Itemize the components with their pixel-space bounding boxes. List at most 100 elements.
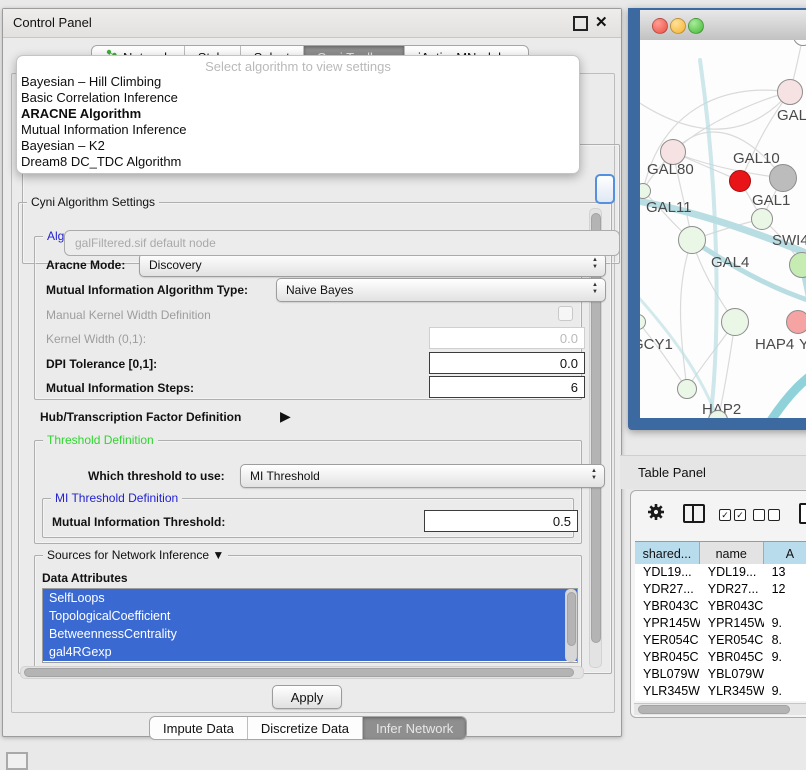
algorithm-option[interactable]: ARACNE Algorithm: [17, 106, 579, 122]
aracne-mode-label: Aracne Mode:: [46, 258, 125, 272]
network-view-window: GALGAL80GAL10GAL11GAL1GAL4SWI4GCY1HAP4YH…: [628, 8, 806, 430]
network-node-y[interactable]: [786, 310, 806, 334]
aracne-mode-combobox[interactable]: Discovery ▲▼: [139, 253, 606, 277]
close-traffic-light-icon[interactable]: [652, 18, 668, 34]
network-node[interactable]: [769, 164, 797, 192]
table-hscroll-thumb[interactable]: [638, 705, 790, 714]
table-cell: YBR045C: [635, 649, 700, 666]
network-table-combobox[interactable]: galFiltered.sif default node: [64, 230, 620, 256]
table-row[interactable]: YDL19...YDL19...13: [635, 564, 806, 581]
close-icon[interactable]: ✕: [595, 13, 608, 31]
algorithm-option[interactable]: Dream8 DC_TDC Algorithm: [17, 154, 579, 170]
kernel-width-field[interactable]: 0.0: [429, 327, 585, 349]
table-cell: YDL19...: [700, 564, 764, 581]
data-attributes-list[interactable]: SelfLoopsTopologicalCoefficientBetweenne…: [42, 588, 578, 663]
float-window-icon[interactable]: [573, 16, 588, 31]
table-header: shared...nameA: [635, 541, 806, 566]
table-row[interactable]: YER054CYER054C8.: [635, 632, 806, 649]
mi-threshold-label: Mutual Information Threshold:: [52, 515, 225, 529]
algorithm-combobox-fragment[interactable]: [595, 174, 615, 204]
collapsed-arrow-icon[interactable]: ▶: [280, 408, 291, 425]
table-row[interactable]: YBR043CYBR043C: [635, 598, 806, 615]
table-horizontal-scrollbar[interactable]: [634, 703, 806, 715]
data-attribute-item[interactable]: BetweennessCentrality: [43, 625, 577, 643]
table-cell: YBL079W: [635, 666, 700, 683]
table-cell: YER054C: [635, 632, 700, 649]
attributes-list-scrollbar[interactable]: [565, 589, 577, 662]
network-node-gal4[interactable]: [678, 226, 706, 254]
settings-vertical-scrollbar[interactable]: [589, 208, 602, 668]
algorithm-option[interactable]: Basic Correlation Inference: [17, 90, 579, 106]
table-cell: 13: [764, 564, 806, 581]
combo-stepper-icon: ▲▼: [592, 282, 598, 296]
algorithm-option[interactable]: Bayesian – Hill Climbing: [17, 74, 579, 90]
mi-algorithm-type-combobox[interactable]: Naive Bayes ▲▼: [276, 278, 606, 302]
algorithm-option[interactable]: Bayesian – K2: [17, 138, 579, 154]
column-header-shared[interactable]: shared...: [635, 542, 700, 565]
algorithm-option[interactable]: Mutual Information Inference: [17, 122, 579, 138]
mi-threshold-field[interactable]: 0.5: [424, 510, 578, 532]
table-cell: [764, 666, 806, 683]
manual-kernel-checkbox[interactable]: [558, 306, 573, 321]
bottom-tab-infer-network[interactable]: Infer Network: [363, 717, 466, 739]
table-panel-strip: Table Panel: [620, 455, 806, 489]
which-threshold-combobox[interactable]: MI Threshold ▲▼: [240, 464, 605, 488]
data-attribute-item[interactable]: SelfLoops: [43, 589, 577, 607]
apply-button[interactable]: Apply: [272, 685, 342, 709]
network-node-gal1[interactable]: [751, 208, 773, 230]
network-node-hap4[interactable]: [721, 308, 749, 336]
gear-icon[interactable]: [647, 503, 665, 524]
settings-group-title: Cyni Algorithm Settings: [27, 195, 159, 209]
network-canvas[interactable]: GALGAL80GAL10GAL11GAL1GAL4SWI4GCY1HAP4YH…: [640, 40, 806, 418]
table-cell: YBR043C: [700, 598, 764, 615]
table-cell: YPR145W: [700, 615, 764, 632]
node-label: Y: [799, 336, 806, 353]
table-row[interactable]: YBR045CYBR045C9.: [635, 649, 806, 666]
dpi-tolerance-label: DPI Tolerance [0,1]:: [46, 357, 157, 371]
algorithm-dropdown-popup: Select algorithm to view settings Bayesi…: [16, 55, 580, 174]
algorithm-placeholder: Select algorithm to view settings: [17, 59, 579, 74]
desktop: { "window": { "title": "Control Panel" }…: [0, 0, 806, 762]
data-attribute-item[interactable]: TopologicalCoefficient: [43, 607, 577, 625]
control-panel-titlebar[interactable]: Control Panel ✕: [3, 9, 621, 38]
network-node-gal[interactable]: [777, 79, 803, 105]
expanded-arrow-icon[interactable]: ▼: [212, 548, 224, 562]
bottom-tab-discretize-data[interactable]: Discretize Data: [248, 717, 363, 739]
sources-group-title: Sources for Network Inference ▼: [43, 548, 228, 562]
bottom-tab-impute-data[interactable]: Impute Data: [150, 717, 248, 739]
new-table-icon[interactable]: [799, 503, 806, 524]
table-row[interactable]: YDR27...YDR27...12: [635, 581, 806, 598]
table-row[interactable]: YLR345WYLR345W9.: [635, 683, 806, 700]
column-header-a[interactable]: A: [764, 542, 806, 565]
table-cell: YLR345W: [700, 683, 764, 700]
dpi-tolerance-field[interactable]: 0.0: [429, 352, 585, 374]
zoom-traffic-light-icon[interactable]: [688, 18, 704, 34]
threshold-definition-title: Threshold Definition: [43, 433, 158, 447]
table-cell: 12: [764, 581, 806, 598]
network-window-titlebar[interactable]: [640, 10, 806, 41]
table-row[interactable]: YIL052CYIL052C9.: [635, 700, 806, 701]
settings-horizontal-scrollbar[interactable]: [20, 666, 584, 679]
mi-algorithm-type-label: Mutual Information Algorithm Type:: [46, 283, 248, 297]
collapsed-panel-icon[interactable]: [6, 752, 28, 770]
table-cell: YDL19...: [635, 564, 700, 581]
settings-hscroll-thumb[interactable]: [24, 668, 574, 677]
mi-steps-field[interactable]: 6: [429, 376, 585, 398]
attributes-vscroll-thumb[interactable]: [567, 592, 576, 646]
node-label: GAL10: [733, 150, 780, 167]
select-all-checkboxes-icon[interactable]: ✓✓: [719, 507, 746, 521]
table-row[interactable]: YPR145WYPR145W9.: [635, 615, 806, 632]
table-row[interactable]: YBL079WYBL079W: [635, 666, 806, 683]
column-header-name[interactable]: name: [700, 542, 764, 565]
split-columns-icon[interactable]: [683, 504, 705, 523]
network-node-hap2[interactable]: [677, 379, 697, 399]
network-node-gal10[interactable]: [729, 170, 751, 192]
table-cell: 9.: [764, 683, 806, 700]
data-attributes-label: Data Attributes: [42, 571, 128, 585]
clear-all-checkboxes-icon[interactable]: [753, 507, 780, 521]
node-label: GAL4: [711, 254, 749, 271]
data-attribute-item[interactable]: gal4RGexp: [43, 643, 577, 661]
combo-stepper-icon: ▲▼: [592, 257, 598, 271]
table-cell: YPR145W: [635, 615, 700, 632]
minimize-traffic-light-icon[interactable]: [670, 18, 686, 34]
